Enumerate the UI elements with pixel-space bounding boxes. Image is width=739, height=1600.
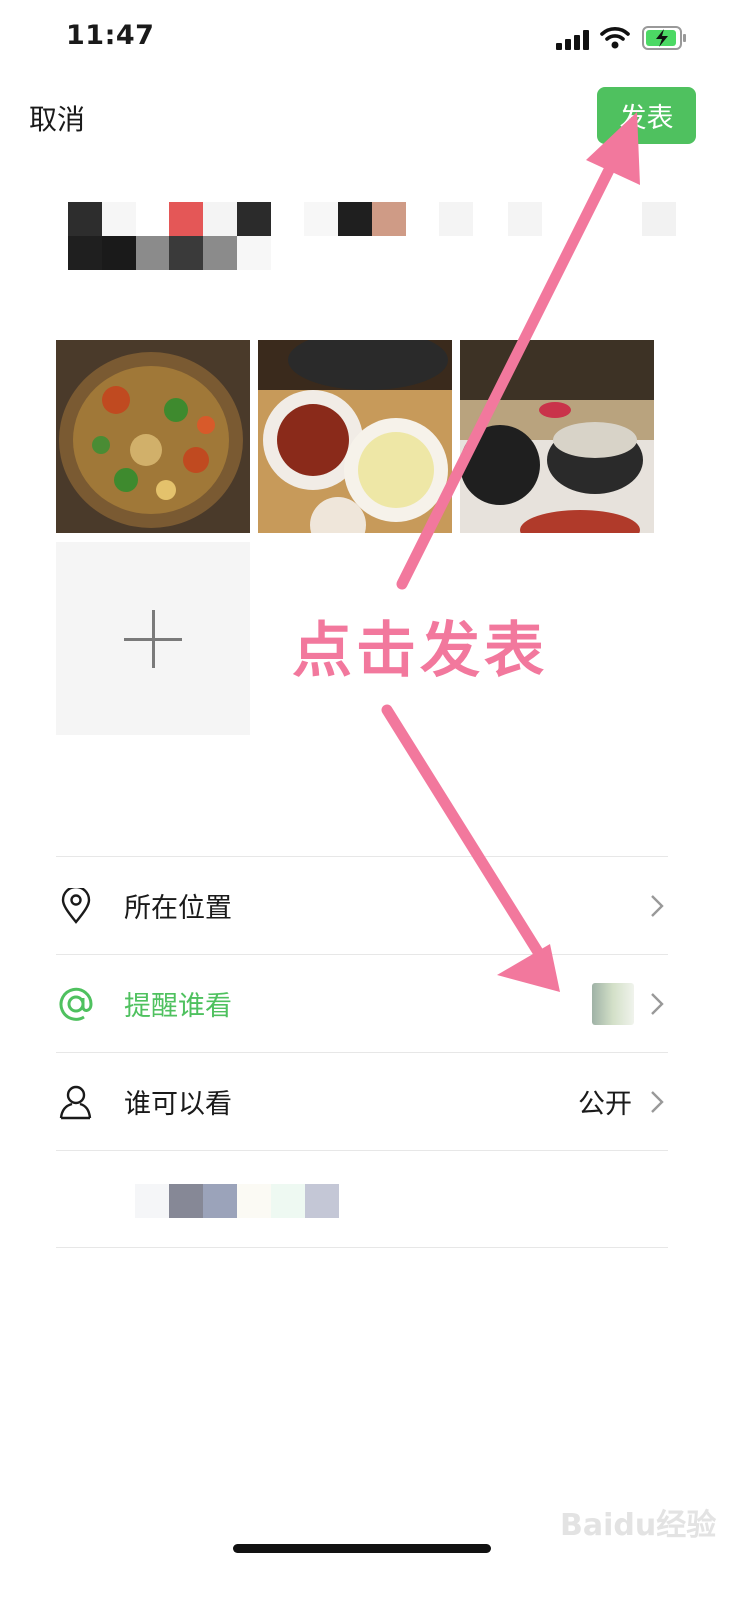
home-indicator[interactable]: [233, 1544, 491, 1553]
watermark: Baidu经验: [560, 1508, 717, 1543]
annotation-label: 点击发表: [292, 616, 548, 686]
annotation-arrows: [381, 112, 640, 992]
